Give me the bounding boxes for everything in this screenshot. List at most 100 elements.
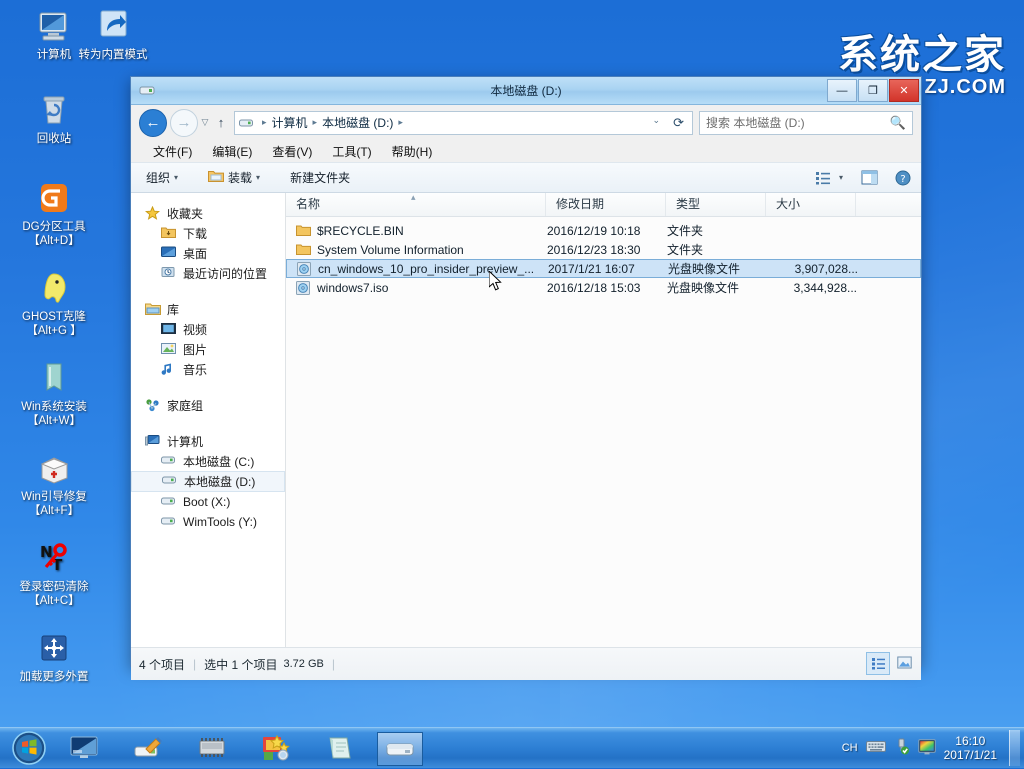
nav-item-recent-places[interactable]: 最近访问的位置 <box>131 263 285 283</box>
nav-header-computer[interactable]: 计算机 <box>131 431 285 451</box>
organize-button[interactable]: 组织 ▾ <box>139 166 185 189</box>
file-name-text: cn_windows_10_pro_insider_preview_... <box>318 262 534 276</box>
nav-item-drive-boot-x[interactable]: Boot (X:) <box>131 492 285 512</box>
breadcrumb-separator: ▸ <box>262 117 267 128</box>
back-arrow-icon[interactable]: ← <box>139 109 167 137</box>
breadcrumb[interactable]: ▸ 计算机 ▸ 本地磁盘 (D:) ▸ ⌄ ⟳ <box>234 111 693 135</box>
drive-icon <box>161 454 178 469</box>
nav-header-homegroup[interactable]: 家庭组 <box>131 395 285 415</box>
taskbar-item-display-setting[interactable] <box>62 732 106 764</box>
menu-tools[interactable]: 工具(T) <box>324 141 379 162</box>
file-name-cell: cn_windows_10_pro_insider_preview_... <box>287 262 547 276</box>
nav-spacer <box>131 417 285 431</box>
details-view-icon[interactable] <box>866 652 890 675</box>
navigation-pane: 收藏夹 下载 桌面 最 <box>131 193 286 647</box>
nav-header-favorites[interactable]: 收藏夹 <box>131 203 285 223</box>
search-input[interactable]: 搜索 本地磁盘 (D:) 🔍 <box>699 111 913 135</box>
mount-button[interactable]: 装载 ▾ <box>201 166 267 189</box>
file-name-cell: windows7.iso <box>286 281 546 295</box>
taskbar-item-explorer-drive[interactable] <box>377 732 423 766</box>
desktop-icon-more-tools[interactable]: 加载更多外置 <box>8 628 100 685</box>
desktop-icon-builtin-mode[interactable]: 转为内置模式 <box>67 6 159 63</box>
desktop-icon-dg-partition[interactable]: DG分区工具 【Alt+D】 <box>8 178 100 248</box>
usb-safe-remove-icon[interactable] <box>894 738 910 758</box>
explorer-window: 本地磁盘 (D:) — ❐ ✕ ← → ▽ ↑ ▸ 计算机 ▸ 本地磁盘 (D:… <box>130 76 922 667</box>
column-header-name[interactable]: 名称 <box>286 193 546 216</box>
up-arrow-icon[interactable]: ↑ <box>212 115 230 130</box>
drive-icon <box>161 515 178 530</box>
table-row[interactable]: $RECYCLE.BIN 2016/12/19 10:18 文件夹 <box>286 221 921 240</box>
title-bar[interactable]: 本地磁盘 (D:) — ❐ ✕ <box>131 77 921 105</box>
column-header-size[interactable]: 大小 <box>766 193 856 216</box>
menu-view[interactable]: 查看(V) <box>264 141 320 162</box>
clock-date: 2017/1/21 <box>944 748 997 762</box>
column-header-type[interactable]: 类型 <box>666 193 766 216</box>
desktop-icon-hotkey: 【Alt+D】 <box>8 235 100 249</box>
taskbar-item-memory-chip[interactable] <box>190 732 234 764</box>
maximize-button[interactable]: ❐ <box>858 79 888 102</box>
nav-label: 视频 <box>183 321 207 338</box>
keyboard-icon[interactable] <box>866 740 886 756</box>
color-display-icon[interactable] <box>918 739 936 758</box>
nav-item-drive-d[interactable]: 本地磁盘 (D:) <box>131 471 285 492</box>
column-header-date[interactable]: 修改日期 <box>546 193 666 216</box>
nav-item-pictures[interactable]: 图片 <box>131 339 285 359</box>
nav-header-libraries[interactable]: 库 <box>131 299 285 319</box>
taskbar-item-notepad[interactable] <box>318 732 362 764</box>
nav-item-videos[interactable]: 视频 <box>131 319 285 339</box>
nav-spacer <box>131 285 285 299</box>
breadcrumb-item-drive-d[interactable]: 本地磁盘 (D:) <box>322 114 393 131</box>
nav-item-music[interactable]: 音乐 <box>131 359 285 379</box>
menu-file[interactable]: 文件(F) <box>145 141 200 162</box>
view-layout-icon[interactable] <box>811 167 835 189</box>
table-row[interactable]: windows7.iso 2016/12/18 15:03 光盘映像文件 3,3… <box>286 278 921 297</box>
breadcrumb-item-computer[interactable]: 计算机 <box>272 114 308 131</box>
refresh-icon[interactable]: ⟳ <box>673 115 684 131</box>
taskbar-item-disk-cleanup[interactable] <box>126 732 170 764</box>
nav-item-downloads[interactable]: 下载 <box>131 223 285 243</box>
preview-pane-icon[interactable] <box>857 167 881 189</box>
clock-time: 16:10 <box>944 734 997 748</box>
organize-label: 组织 <box>146 169 170 186</box>
desktop-icon-recycle-bin[interactable]: 回收站 <box>8 90 100 147</box>
nav-group-favorites: 收藏夹 下载 桌面 最 <box>131 203 285 283</box>
search-icon[interactable]: 🔍 <box>890 115 906 131</box>
selection-size-text: 3.72 GB <box>283 658 323 670</box>
chevron-down-icon[interactable]: ⌄ <box>652 115 660 126</box>
large-icons-view-icon[interactable] <box>893 652 915 673</box>
desktop-icon-win-setup[interactable]: Win系统安装 【Alt+W】 <box>8 358 100 428</box>
table-row[interactable]: System Volume Information 2016/12/23 18:… <box>286 240 921 259</box>
nav-item-drive-c[interactable]: 本地磁盘 (C:) <box>131 451 285 471</box>
drive-icon <box>161 495 178 510</box>
chevron-down-icon[interactable]: ▾ <box>839 173 843 182</box>
forward-arrow-icon[interactable]: → <box>170 109 198 137</box>
language-indicator[interactable]: CH <box>842 742 858 754</box>
file-name-text: System Volume Information <box>317 243 464 257</box>
video-library-icon <box>161 322 178 337</box>
close-button[interactable]: ✕ <box>889 79 919 102</box>
table-row[interactable]: cn_windows_10_pro_insider_preview_... 20… <box>286 259 921 278</box>
nav-item-desktop[interactable]: 桌面 <box>131 243 285 263</box>
windows-start-icon[interactable] <box>4 730 54 766</box>
nav-label: 计算机 <box>167 433 203 450</box>
nav-item-drive-wimtools-y[interactable]: WimTools (Y:) <box>131 512 285 532</box>
show-desktop-button[interactable] <box>1009 730 1020 766</box>
minimize-button[interactable]: — <box>827 79 857 102</box>
menu-help[interactable]: 帮助(H) <box>384 141 441 162</box>
help-icon[interactable]: ? <box>891 167 915 189</box>
status-separator: | <box>193 657 196 671</box>
taskbar-item-photo-tools[interactable] <box>254 732 298 764</box>
menu-bar: 文件(F) 编辑(E) 查看(V) 工具(T) 帮助(H) <box>131 140 921 162</box>
shortcut-arrow-icon <box>93 6 133 46</box>
menu-edit[interactable]: 编辑(E) <box>204 141 260 162</box>
clock[interactable]: 16:10 2017/1/21 <box>944 734 997 762</box>
folder-icon <box>296 243 311 257</box>
desktop-icon-password-clear[interactable]: N T 登录密码清除 【Alt+C】 <box>8 538 100 608</box>
desktop-icon-boot-repair[interactable]: Win引导修复 【Alt+F】 <box>8 448 100 518</box>
nav-label: 图片 <box>183 341 207 358</box>
desktop-icon-hotkey: 【Alt+G 】 <box>8 325 100 339</box>
view-switch-group <box>866 652 915 675</box>
new-folder-button[interactable]: 新建文件夹 <box>283 166 357 189</box>
desktop-icon-ghost-clone[interactable]: GHOST克隆 【Alt+G 】 <box>8 268 100 338</box>
history-dropdown-icon[interactable]: ▽ <box>198 117 212 128</box>
